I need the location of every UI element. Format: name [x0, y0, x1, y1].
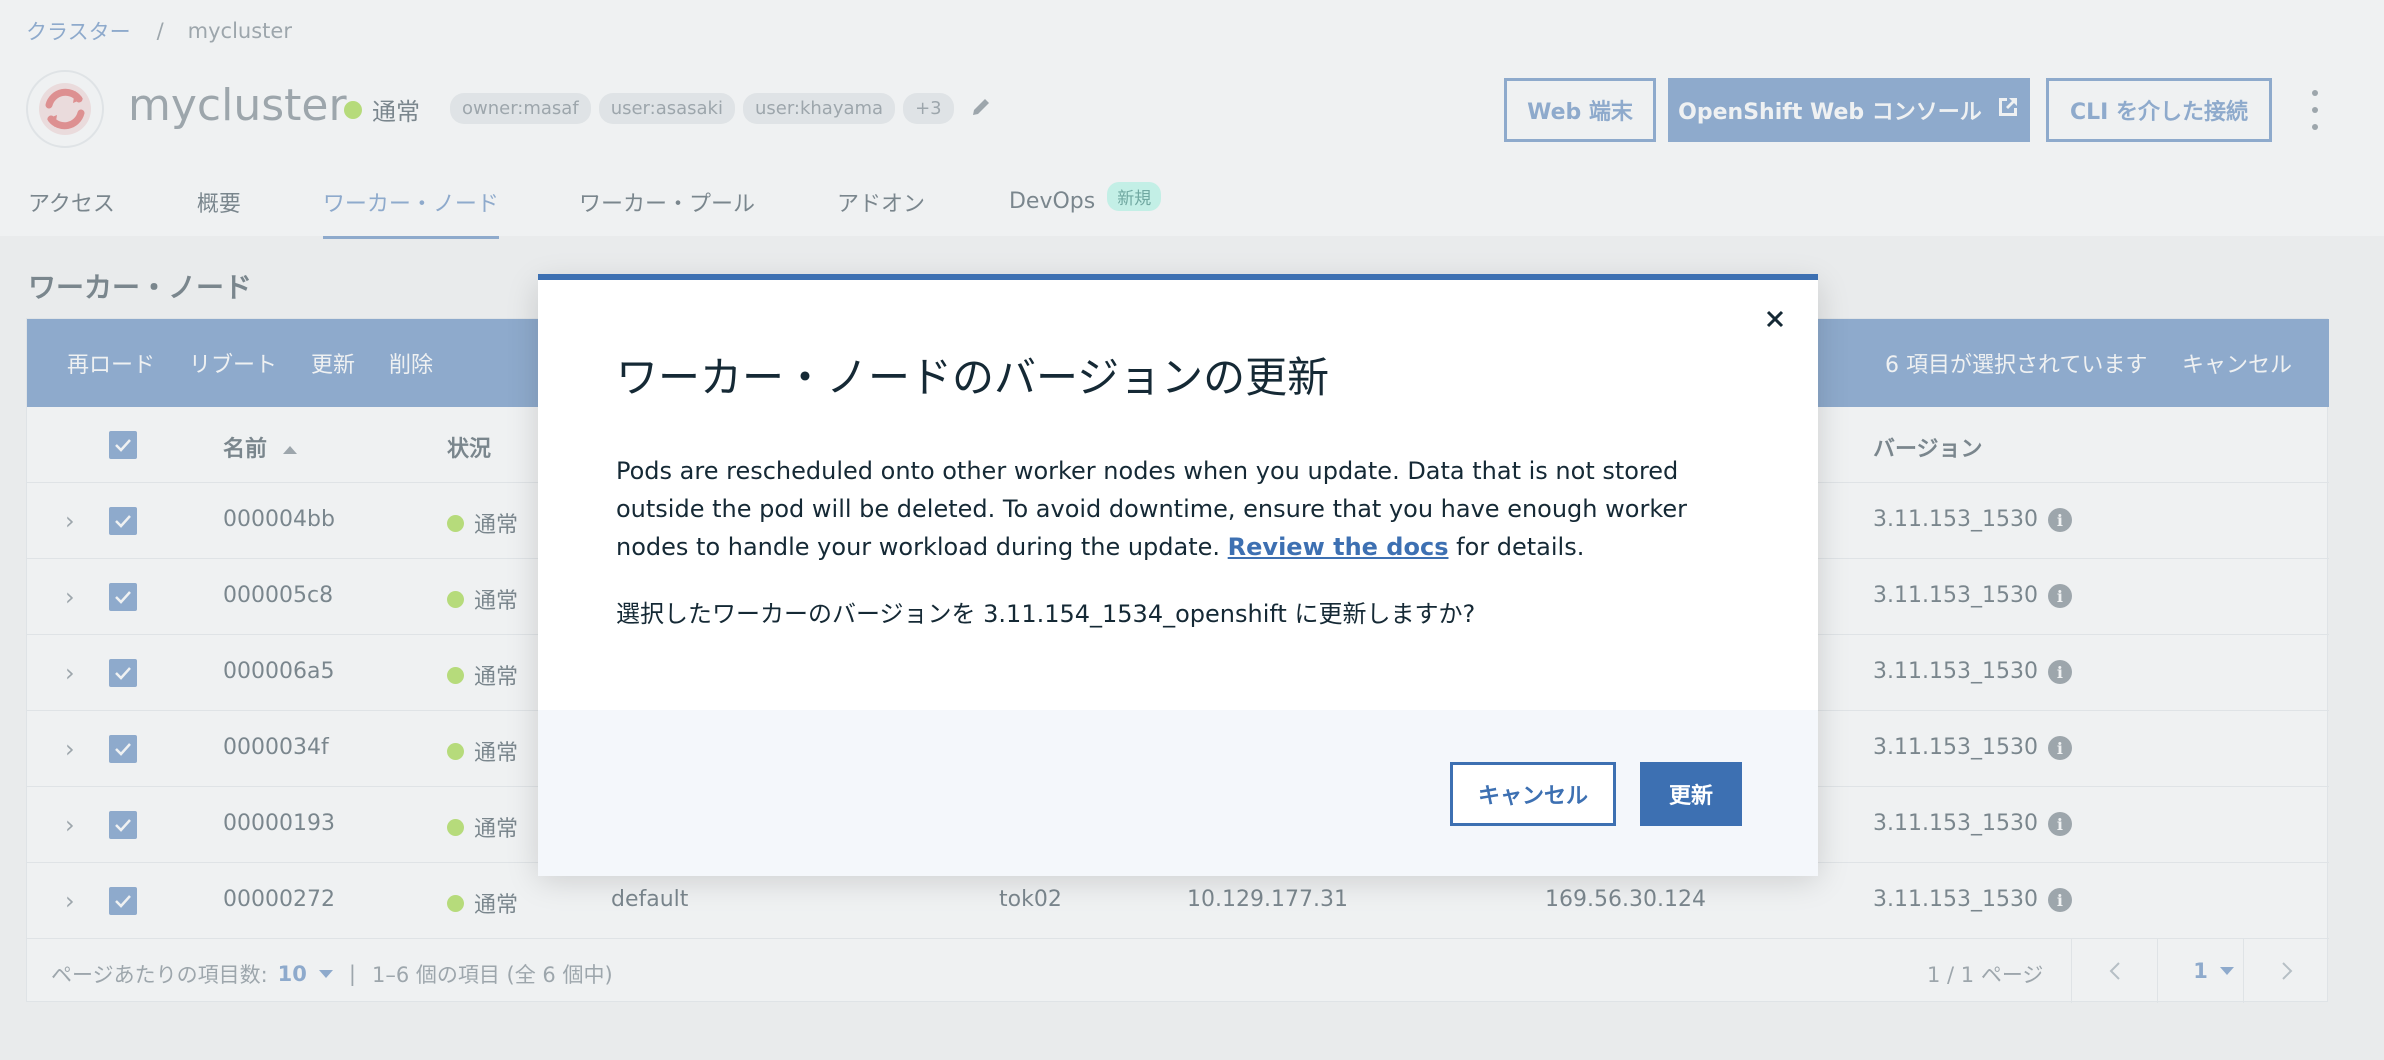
modal-body-text-end: for details.: [1448, 533, 1585, 561]
close-icon[interactable]: [1762, 306, 1788, 332]
modal-title: ワーカー・ノードのバージョンの更新: [616, 353, 1330, 402]
modal-update-button[interactable]: 更新: [1640, 762, 1742, 826]
modal-question: 選択したワーカーのバージョンを 3.11.154_1534_openshift …: [616, 600, 1476, 628]
modal-cancel-button[interactable]: キャンセル: [1450, 762, 1616, 826]
review-docs-link[interactable]: Review the docs: [1228, 533, 1449, 561]
update-version-modal: ワーカー・ノードのバージョンの更新 Pods are rescheduled o…: [538, 274, 1818, 876]
modal-footer: キャンセル 更新: [538, 710, 1818, 876]
modal-body: Pods are rescheduled onto other worker n…: [616, 452, 1746, 566]
